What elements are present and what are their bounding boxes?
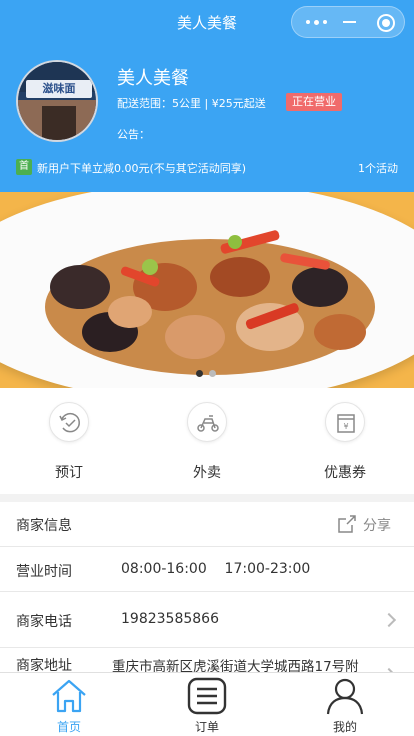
status-badge: 正在营业: [286, 93, 342, 111]
business-hours-row: 营业时间 08:00-16:00 17:00-23:00: [0, 547, 414, 592]
carousel-indicator: [196, 370, 218, 378]
promotion-text: 新用户下单立减0.00元(不与其它活动同享): [37, 162, 247, 175]
carousel-dot: [209, 370, 216, 377]
shop-notice: 公告：: [117, 128, 150, 141]
reserve-icon: [49, 402, 89, 442]
minimize-icon[interactable]: [343, 21, 356, 23]
delivery-label: 外卖: [193, 465, 221, 481]
coupon-icon: ¥: [325, 402, 365, 442]
tab-home-label: 首页: [56, 720, 81, 734]
banner-carousel[interactable]: [0, 192, 414, 388]
coupon-label: 优惠券: [324, 465, 366, 481]
chevron-right-icon: [381, 612, 397, 628]
reserve-label: 预订: [55, 465, 83, 481]
tab-orders-label: 订单: [194, 720, 219, 734]
promotion-row[interactable]: 首 新用户下单立减0.00元(不与其它活动同享) 1个活动: [16, 158, 398, 178]
close-mini-program-icon[interactable]: [377, 14, 395, 32]
share-label: 分享: [363, 518, 391, 534]
shop-name: 美人美餐: [117, 68, 189, 89]
delivery-scooter-icon: [187, 402, 227, 442]
share-icon: [338, 515, 356, 533]
delivery-info: 配送范围：5公里 | ¥25元起送: [117, 97, 266, 110]
shop-logo-sign: 滋味面: [26, 80, 92, 98]
page: 美人美餐 滋味面 美人美餐 配送范围：5公里 | ¥25元起送 正在营业 公告：…: [0, 0, 414, 736]
phone-label: 商家电话: [16, 614, 72, 630]
svg-text:¥: ¥: [343, 422, 348, 431]
promotion-count[interactable]: 1个活动: [358, 160, 398, 176]
mini-program-capsule: [291, 6, 405, 38]
tab-bar: 首页 订单 我的: [0, 672, 414, 736]
delivery-action[interactable]: 外卖: [138, 388, 276, 494]
tab-orders[interactable]: 订单: [138, 673, 276, 736]
merchant-info: 商家信息 分享 营业时间 08:00-16:00 17:00-23:00 商家电…: [0, 502, 414, 692]
more-options-icon[interactable]: [304, 15, 332, 29]
coupon-action[interactable]: ¥ 优惠券: [276, 388, 414, 494]
home-icon: [52, 679, 86, 713]
merchant-info-header: 商家信息 分享: [0, 502, 414, 547]
tab-profile-label: 我的: [332, 720, 357, 734]
phone-value[interactable]: 19823585866: [121, 611, 219, 627]
business-hours-value: 08:00-16:00 17:00-23:00: [121, 561, 311, 577]
reserve-action[interactable]: 预订: [0, 388, 138, 494]
user-icon: [326, 678, 364, 715]
order-list-icon: [187, 677, 227, 715]
share-button[interactable]: 分享: [336, 513, 400, 535]
quick-actions: 预订 外卖 ¥ 优惠券: [0, 388, 414, 494]
tab-home[interactable]: 首页: [0, 673, 138, 736]
tab-profile[interactable]: 我的: [276, 673, 414, 736]
phone-row[interactable]: 商家电话 19823585866: [0, 592, 414, 648]
shop-header: 滋味面 美人美餐 配送范围：5公里 | ¥25元起送 正在营业 公告： 首 新用…: [0, 44, 414, 192]
shop-logo: 滋味面: [16, 60, 98, 142]
new-user-tag: 首: [16, 159, 32, 175]
dish-photo: [45, 230, 375, 375]
section-title: 商家信息: [16, 518, 72, 534]
business-hours-label: 营业时间: [16, 564, 72, 580]
carousel-dot-active: [196, 370, 203, 377]
navigation-bar: 美人美餐: [0, 0, 414, 44]
